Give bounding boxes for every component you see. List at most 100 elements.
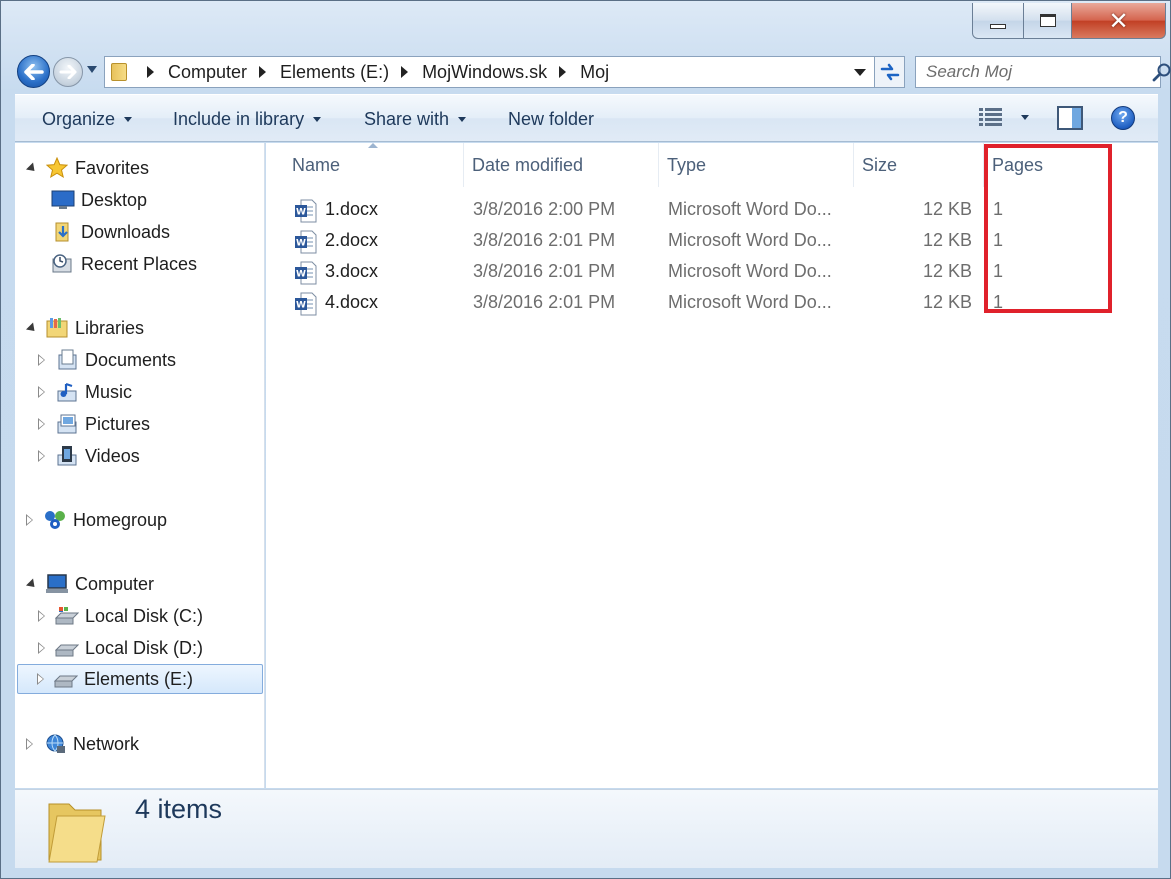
tree-item-label: Local Disk (C:)	[85, 605, 204, 626]
hard-disk-icon	[55, 637, 79, 659]
tree-libraries[interactable]: Libraries	[25, 313, 145, 343]
breadcrumb-separator[interactable]	[401, 66, 409, 78]
share-with-menu[interactable]: Share with	[364, 95, 467, 143]
include-in-library-label: Include in library	[173, 108, 305, 129]
expand-arrow-icon[interactable]	[38, 418, 45, 430]
pages-column-highlight	[984, 144, 1112, 313]
address-bar[interactable]: Computer Elements (E:) MojWindows.sk Moj	[104, 56, 875, 88]
maximize-icon	[1039, 14, 1056, 27]
navigation-bar: Computer Elements (E:) MojWindows.sk Moj	[17, 55, 1171, 89]
preview-pane-button[interactable]	[1057, 106, 1083, 135]
recent-pages-dropdown[interactable]	[87, 66, 97, 73]
expand-arrow-icon[interactable]	[38, 610, 45, 622]
breadcrumb-elements[interactable]: Elements (E:)	[280, 62, 389, 83]
tree-item-music[interactable]: Music	[38, 377, 133, 407]
minimize-icon	[990, 24, 1006, 29]
search-input[interactable]	[916, 58, 1152, 86]
expand-arrow-icon[interactable]	[37, 673, 44, 685]
breadcrumb-moj[interactable]: Moj	[580, 62, 609, 83]
tree-homegroup[interactable]: Homegroup	[26, 505, 167, 535]
svg-text:W: W	[296, 270, 306, 280]
forward-arrow-icon	[59, 65, 77, 79]
breadcrumb-mojwindows[interactable]: MojWindows.sk	[422, 62, 547, 83]
file-name: 3.docx	[325, 261, 379, 281]
share-with-label: Share with	[364, 108, 450, 129]
folder-icon	[111, 63, 127, 81]
help-icon: ?	[1118, 109, 1128, 126]
collapse-arrow-icon[interactable]	[25, 321, 39, 335]
tree-item-local-disk-c[interactable]: Local Disk (C:)	[38, 601, 204, 631]
collapse-arrow-icon[interactable]	[25, 161, 39, 175]
expand-arrow-icon[interactable]	[38, 354, 45, 366]
forward-button[interactable]	[53, 57, 83, 87]
refresh-button[interactable]	[875, 56, 905, 88]
tree-item-recent-places[interactable]: Recent Places	[51, 249, 197, 279]
tree-item-downloads[interactable]: Downloads	[51, 217, 170, 247]
collapse-arrow-icon[interactable]	[25, 577, 39, 591]
file-type: Microsoft Word Do...	[668, 261, 832, 281]
tree-item-elements-e[interactable]: Elements (E:)	[17, 664, 263, 694]
column-header-name[interactable]: Name	[284, 143, 464, 187]
file-size: 12 KB	[922, 261, 972, 281]
new-folder-button[interactable]: New folder	[508, 95, 594, 143]
new-folder-label: New folder	[508, 108, 595, 129]
tree-favorites[interactable]: Favorites	[25, 153, 150, 183]
close-button[interactable]: ✕	[1072, 3, 1166, 39]
recent-places-icon	[51, 253, 75, 275]
back-arrow-icon	[23, 63, 44, 80]
tree-item-label: Music	[85, 381, 133, 402]
tree-computer[interactable]: Computer	[25, 569, 154, 599]
include-in-library-menu[interactable]: Include in library	[173, 95, 322, 143]
expand-arrow-icon[interactable]	[26, 738, 33, 750]
homegroup-icon	[43, 509, 67, 531]
search-box	[915, 56, 1171, 88]
breadcrumb-separator[interactable]	[147, 66, 154, 78]
expand-arrow-icon[interactable]	[38, 386, 45, 398]
change-view-button[interactable]	[979, 107, 1029, 127]
column-header-type[interactable]: Type	[659, 143, 854, 187]
column-header-label: Name	[292, 154, 341, 175]
tree-libraries-label: Libraries	[75, 317, 145, 338]
tree-item-label: Local Disk (D:)	[85, 637, 204, 658]
svg-text:W: W	[296, 301, 306, 311]
tree-item-local-disk-d[interactable]: Local Disk (D:)	[38, 633, 204, 663]
file-name: 1.docx	[325, 199, 379, 219]
details-pane: 4 items	[15, 789, 1158, 868]
details-view-icon	[979, 108, 1002, 126]
organize-menu[interactable]: Organize	[42, 95, 133, 143]
minimize-button[interactable]	[972, 3, 1024, 39]
column-header-size[interactable]: Size	[854, 143, 984, 187]
expand-arrow-icon[interactable]	[38, 642, 45, 654]
tree-network[interactable]: Network	[26, 729, 140, 759]
view-dropdown-arrow-icon[interactable]	[1021, 114, 1029, 120]
downloads-folder-icon	[51, 221, 75, 243]
help-button[interactable]: ?	[1111, 106, 1135, 130]
computer-icon	[45, 573, 69, 595]
breadcrumb-separator[interactable]	[559, 66, 567, 78]
breadcrumb-computer[interactable]: Computer	[168, 62, 247, 83]
tree-item-pictures[interactable]: Pictures	[38, 409, 150, 439]
column-header-date-modified[interactable]: Date modified	[464, 143, 659, 187]
tree-item-label: Downloads	[81, 221, 171, 242]
navigation-pane: Favorites Desktop Downloads Recent Place…	[15, 143, 265, 788]
maximize-button[interactable]	[1024, 3, 1072, 39]
tree-item-videos[interactable]: Videos	[38, 441, 140, 471]
address-history-dropdown[interactable]	[854, 69, 866, 76]
dropdown-arrow-icon	[458, 116, 467, 122]
folder-icon	[48, 803, 106, 863]
file-date-modified: 3/8/2016 2:00 PM	[473, 199, 616, 219]
tree-item-desktop[interactable]: Desktop	[51, 185, 147, 215]
breadcrumb-separator[interactable]	[259, 66, 267, 78]
tree-favorites-label: Favorites	[75, 157, 150, 178]
expand-arrow-icon[interactable]	[38, 450, 45, 462]
file-name: 4.docx	[325, 292, 379, 312]
desktop-icon	[51, 189, 75, 211]
file-type: Microsoft Word Do...	[668, 292, 832, 312]
column-header-label: Size	[862, 154, 898, 175]
back-button[interactable]	[17, 55, 50, 88]
tree-network-label: Network	[73, 733, 140, 754]
search-icon[interactable]	[1152, 62, 1171, 82]
expand-arrow-icon[interactable]	[26, 514, 33, 526]
tree-item-documents[interactable]: Documents	[38, 345, 176, 375]
music-library-icon	[55, 381, 79, 403]
